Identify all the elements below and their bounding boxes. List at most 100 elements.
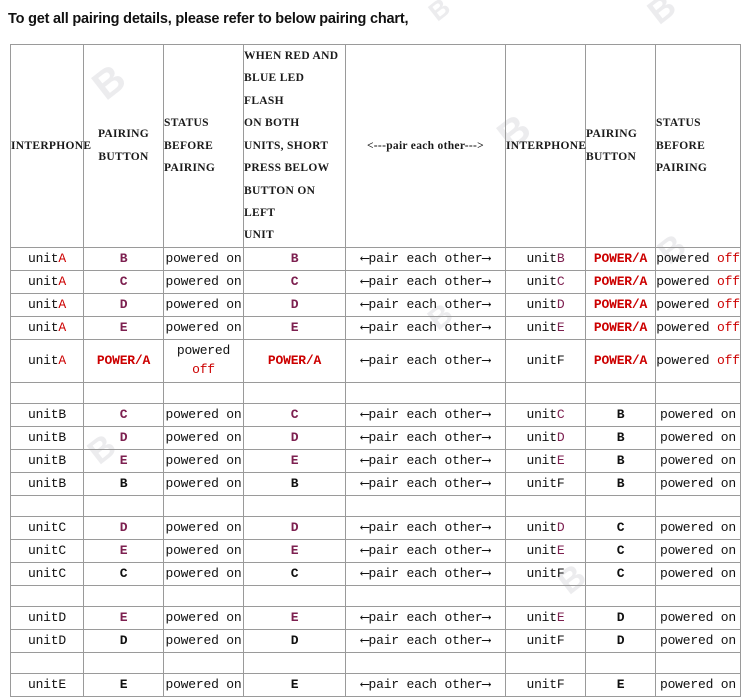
cell-pairing-button-left: E [83, 538, 164, 563]
cell-pairing-button-right-label: POWER/A [593, 297, 648, 313]
header-instruction-line7: UNIT [244, 229, 274, 242]
cell-status-left-main: powered on [165, 633, 242, 649]
cell-interphone-left-letter: A [58, 353, 66, 369]
cell-status-right: powered on [655, 605, 741, 630]
cell-pairing-button-right-label: C [616, 520, 625, 536]
cell-status-right: powered on [655, 628, 741, 653]
header-status-before-pairing-left: STATUS BEFORE PAIRING [163, 44, 244, 248]
cell-status-left: powered off [163, 338, 244, 383]
table-header-row: INTERPHONE PAIRING BUTTON STATUS BEFORE … [10, 44, 741, 248]
cell-press-button: C [243, 269, 346, 294]
spacer-cell [243, 584, 346, 607]
cell-pairing-button-right: E [585, 672, 656, 697]
spacer-cell [163, 584, 244, 607]
cell-press-button: C [243, 402, 346, 427]
cell-press-button: B [243, 471, 346, 496]
cell-status-right: powered off [655, 292, 741, 317]
cell-pairing-button-left-label: C [119, 274, 128, 290]
spacer-cell [83, 381, 164, 404]
cell-interphone-left-letter: C [58, 566, 66, 582]
cell-status-right: powered off [655, 338, 741, 383]
cell-pairing-button-right: B [585, 402, 656, 427]
cell-interphone-left: unitE [10, 672, 84, 697]
cell-status-right-main: powered on [659, 566, 736, 582]
table-row: unitC Cpowered on C ⟵pair each other⟶ unitF C… [10, 561, 741, 586]
cell-pairing-button-right: POWER/A [585, 315, 656, 340]
cell-pairing-button-left: E [83, 605, 164, 630]
cell-pairing-button-right: POWER/A [585, 292, 656, 317]
cell-interphone-left-base: unit [27, 543, 59, 559]
cell-pairing-button-right: C [585, 515, 656, 540]
cell-press-button-label: D [290, 520, 299, 536]
cell-press-button: D [243, 292, 346, 317]
table-row: unitB Dpowered on D ⟵pair each other⟶ unitD B… [10, 425, 741, 450]
cell-interphone-left: unitB [10, 448, 84, 473]
cell-interphone-right-letter: D [556, 297, 565, 313]
cell-status-left-main: powered on [165, 297, 242, 313]
cell-status-left: powered on [163, 515, 244, 540]
cell-interphone-right: unitF [505, 672, 586, 697]
cell-press-button: POWER/A [243, 338, 346, 383]
cell-status-right: powered on [655, 672, 741, 697]
cell-pairing-button-right: D [585, 628, 656, 653]
header-status-line2: BEFORE [164, 139, 214, 152]
cell-status-right: powered off [655, 246, 741, 271]
cell-interphone-right-letter: F [556, 476, 565, 492]
cell-pairing-button-right: B [585, 425, 656, 450]
cell-pairing-button-right: D [585, 605, 656, 630]
cell-pairing-button-right-label: POWER/A [593, 353, 648, 369]
spacer-cell [345, 584, 506, 607]
cell-interphone-right-base: unit [526, 320, 557, 336]
table-row: unitD Dpowered on D ⟵pair each other⟶ unitF D… [10, 628, 741, 653]
cell-status-right-main: powered on [659, 407, 736, 423]
pair-each-other-arrow: ⟵pair each other⟶ [345, 292, 506, 317]
cell-interphone-right-base: unit [526, 633, 557, 649]
cell-pairing-button-right: B [585, 471, 656, 496]
pair-each-other-arrow: ⟵pair each other⟶ [345, 628, 506, 653]
table-row: unitD Epowered on E ⟵pair each other⟶ unitE D… [10, 605, 741, 630]
cell-pairing-button-left-label: E [119, 677, 128, 693]
cell-interphone-left-base: unit [27, 453, 59, 469]
cell-pairing-button-left-label: D [119, 633, 128, 649]
cell-press-button: D [243, 628, 346, 653]
table-row: unitC Dpowered on D ⟵pair each other⟶ unitD C… [10, 515, 741, 540]
cell-interphone-right-base: unit [526, 520, 557, 536]
pair-each-other-arrow: ⟵pair each other⟶ [345, 448, 506, 473]
cell-status-right: powered on [655, 561, 741, 586]
spacer-cell [83, 494, 164, 517]
header-status-right-line1: STATUS [656, 117, 701, 130]
cell-interphone-right: unitF [505, 561, 586, 586]
pair-each-other-arrow: ⟵pair each other⟶ [345, 269, 506, 294]
spacer-cell [585, 494, 656, 517]
cell-interphone-left: unitC [10, 515, 84, 540]
cell-pairing-button-right: POWER/A [585, 269, 656, 294]
spacer-cell [83, 651, 164, 674]
cell-pairing-button-right: C [585, 561, 656, 586]
cell-status-left-main: powered on [165, 320, 242, 336]
spacer-cell [585, 584, 656, 607]
cell-pairing-button-right: C [585, 538, 656, 563]
cell-interphone-left: unitC [10, 538, 84, 563]
spacer-cell [163, 651, 244, 674]
cell-interphone-left: unitA [10, 315, 84, 340]
cell-interphone-right: unitE [505, 315, 586, 340]
cell-status-left: powered on [163, 448, 244, 473]
cell-status-right-main: powered on [659, 430, 736, 446]
cell-pairing-button-right-label: D [616, 633, 625, 649]
table-row: unitA Dpowered on D ⟵pair each other⟶ unitD P… [10, 292, 741, 317]
spacer-cell [505, 494, 586, 517]
spacer-cell [345, 381, 506, 404]
cell-interphone-left-base: unit [27, 566, 59, 582]
cell-interphone-left-base: unit [27, 430, 59, 446]
cell-press-button: D [243, 425, 346, 450]
cell-interphone-left-base: unit [27, 297, 59, 313]
spacer-cell [10, 651, 84, 674]
cell-status-left-main: powered on [165, 476, 242, 492]
cell-interphone-left-letter: B [58, 430, 66, 446]
cell-interphone-right-base: unit [526, 610, 557, 626]
cell-status-left: powered on [163, 246, 244, 271]
cell-pairing-button-left-label: C [119, 566, 128, 582]
pair-each-other-arrow: ⟵pair each other⟶ [345, 605, 506, 630]
cell-interphone-right-base: unit [526, 353, 557, 369]
cell-pairing-button-right-label: B [616, 453, 625, 469]
